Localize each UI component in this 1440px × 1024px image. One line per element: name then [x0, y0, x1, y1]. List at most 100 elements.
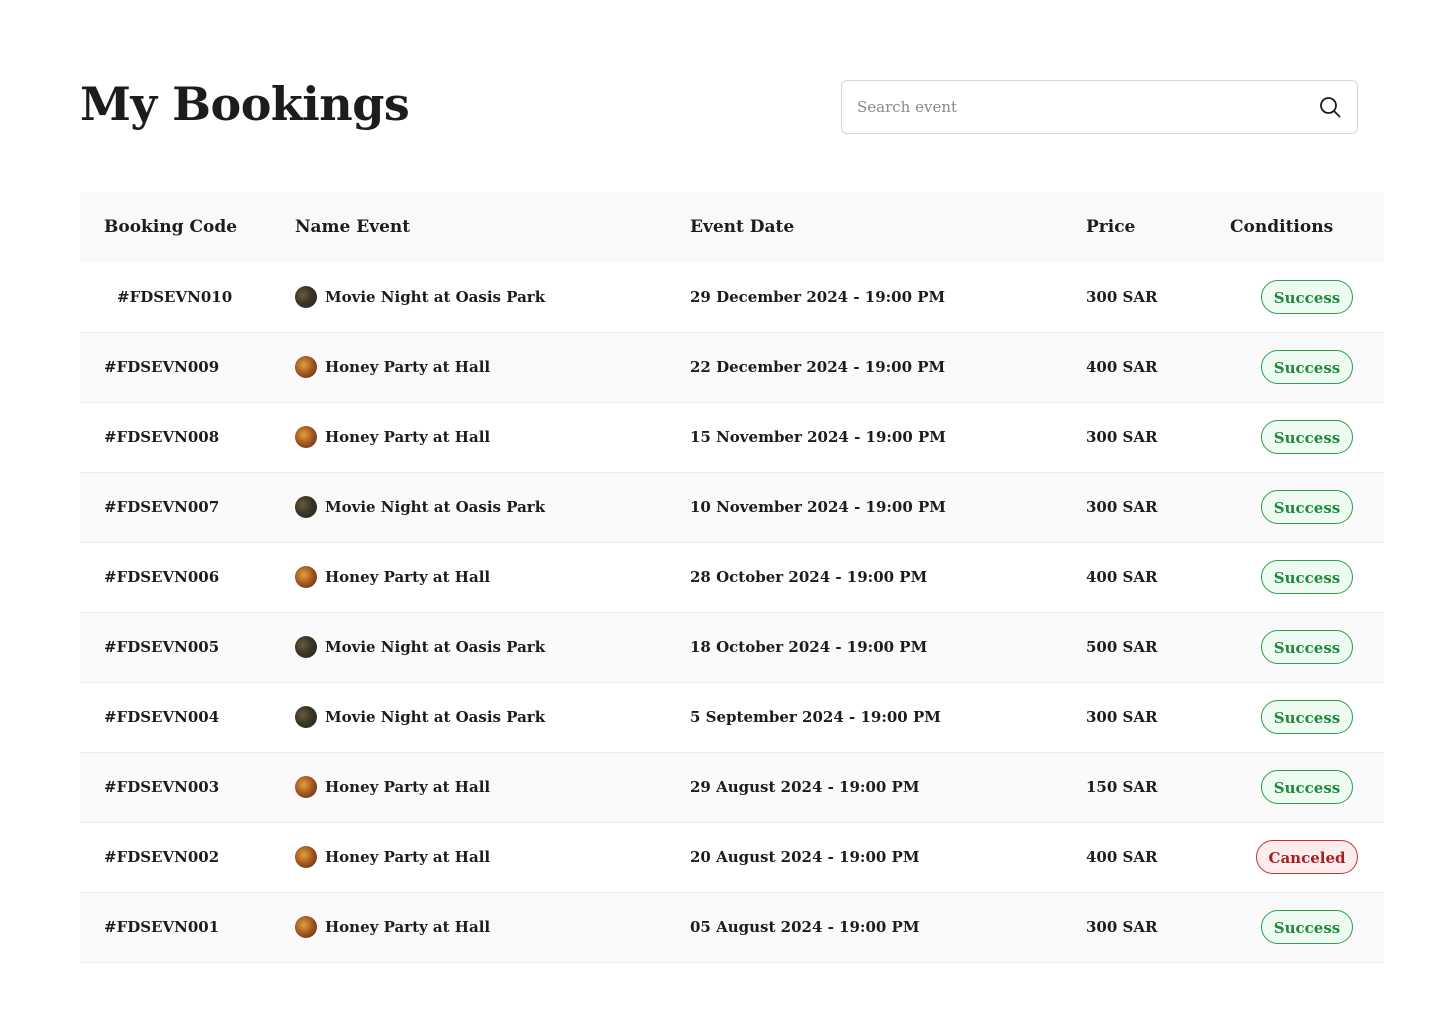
- price: 300 SAR: [1086, 708, 1158, 726]
- status-badge: Success: [1260, 560, 1354, 594]
- table-row[interactable]: #FDSEVN007 Movie Night at Oasis Park 10 No…: [80, 472, 1384, 542]
- booking-code: #FDSEVN006: [104, 568, 220, 586]
- condition-cell: Success: [1230, 332, 1384, 402]
- event-thumbnail: [295, 636, 317, 658]
- event-name-cell: Movie Night at Oasis Park: [295, 472, 690, 542]
- status-badge: Success: [1260, 420, 1354, 454]
- status-badge: Success: [1260, 350, 1354, 384]
- event-thumbnail: [295, 776, 317, 798]
- condition-cell: Success: [1230, 682, 1384, 752]
- event-name[interactable]: Honey Party at Hall: [325, 428, 490, 446]
- table-row[interactable]: #FDSEVN002 Honey Party at Hall 20 August 2…: [80, 822, 1384, 892]
- table-row[interactable]: #FDSEVN009 Honey Party at Hall 22 December…: [80, 332, 1384, 402]
- event-name[interactable]: Movie Night at Oasis Park: [325, 638, 545, 656]
- event-thumbnail: [295, 426, 317, 448]
- status-badge: Success: [1260, 700, 1354, 734]
- column-header-booking-code[interactable]: Booking Code: [80, 192, 295, 262]
- event-name-cell: Honey Party at Hall: [295, 822, 690, 892]
- search-box[interactable]: [841, 80, 1358, 134]
- table-header-row: Booking Code Name Event Event Date Price…: [80, 192, 1384, 262]
- event-date: 10 November 2024 - 19:00 PM: [690, 498, 946, 516]
- event-name-cell: Movie Night at Oasis Park: [295, 682, 690, 752]
- event-name-cell: Honey Party at Hall: [295, 542, 690, 612]
- event-name-cell: Movie Night at Oasis Park: [295, 612, 690, 682]
- event-date: 20 August 2024 - 19:00 PM: [690, 848, 920, 866]
- event-name-wrapper: Movie Night at Oasis Park: [295, 636, 690, 658]
- event-name[interactable]: Honey Party at Hall: [325, 918, 490, 936]
- price: 300 SAR: [1086, 428, 1158, 446]
- event-name[interactable]: Movie Night at Oasis Park: [325, 498, 545, 516]
- booking-code: #FDSEVN002: [104, 848, 220, 866]
- column-header-conditions[interactable]: Conditions: [1230, 192, 1384, 262]
- event-name-wrapper: Movie Night at Oasis Park: [295, 285, 690, 308]
- search-icon[interactable]: [1319, 96, 1341, 118]
- table-row[interactable]: #FDSEVN010 Movie Night at Oasis Park 29 De…: [80, 262, 1384, 332]
- event-name[interactable]: Honey Party at Hall: [325, 568, 490, 586]
- booking-code: #FDSEVN005: [104, 638, 220, 656]
- condition-cell: Canceled: [1230, 822, 1384, 892]
- event-date: 28 October 2024 - 19:00 PM: [690, 568, 928, 586]
- event-name-wrapper: Movie Night at Oasis Park: [295, 706, 690, 728]
- booking-code: #FDSEVN009: [104, 358, 220, 376]
- price: 400 SAR: [1086, 568, 1158, 586]
- table-row[interactable]: #FDSEVN003 Honey Party at Hall 29 August 2…: [80, 752, 1384, 822]
- event-name[interactable]: Movie Night at Oasis Park: [325, 708, 545, 726]
- event-thumbnail: [295, 496, 317, 518]
- event-date: 05 August 2024 - 19:00 PM: [690, 918, 920, 936]
- page-title: My Bookings: [80, 77, 410, 131]
- event-date: 29 August 2024 - 19:00 PM: [690, 778, 920, 796]
- table-row[interactable]: #FDSEVN008 Honey Party at Hall 15 November…: [80, 402, 1384, 472]
- event-name-cell: Honey Party at Hall: [295, 752, 690, 822]
- price: 400 SAR: [1086, 848, 1158, 866]
- event-name-wrapper: Honey Party at Hall: [295, 776, 690, 798]
- price: 300 SAR: [1086, 918, 1158, 936]
- event-thumbnail: [295, 846, 317, 868]
- event-name-cell: Honey Party at Hall: [295, 892, 690, 962]
- event-name[interactable]: Honey Party at Hall: [325, 848, 490, 866]
- column-header-event-date[interactable]: Event Date: [690, 192, 1086, 262]
- column-header-name-event[interactable]: Name Event: [295, 192, 690, 262]
- event-thumbnail: [295, 566, 317, 588]
- event-name-cell: Honey Party at Hall: [295, 332, 690, 402]
- booking-code: #FDSEVN003: [104, 778, 220, 796]
- event-name-cell: Movie Night at Oasis Park: [295, 262, 690, 332]
- table-header: Booking Code Name Event Event Date Price…: [80, 192, 1384, 262]
- event-date: 22 December 2024 - 19:00 PM: [690, 358, 946, 376]
- event-name[interactable]: Honey Party at Hall: [325, 778, 490, 796]
- event-thumbnail: [295, 706, 317, 728]
- condition-cell: Success: [1230, 472, 1384, 542]
- event-name-cell: Honey Party at Hall: [295, 402, 690, 472]
- event-name-wrapper: Movie Night at Oasis Park: [295, 496, 690, 518]
- price: 500 SAR: [1086, 638, 1158, 656]
- bookings-table-wrapper: Booking Code Name Event Event Date Price…: [80, 192, 1384, 963]
- event-date: 18 October 2024 - 19:00 PM: [690, 638, 928, 656]
- event-name-wrapper: Honey Party at Hall: [295, 426, 690, 448]
- condition-cell: Success: [1230, 402, 1384, 472]
- event-thumbnail: [295, 356, 317, 378]
- table-row[interactable]: #FDSEVN005 Movie Night at Oasis Park 18 Oc…: [80, 612, 1384, 682]
- status-badge: Success: [1260, 490, 1354, 524]
- bookings-table: Booking Code Name Event Event Date Price…: [80, 192, 1384, 963]
- price: 400 SAR: [1086, 358, 1158, 376]
- search-input[interactable]: [842, 81, 1311, 133]
- table-row[interactable]: #FDSEVN006 Honey Party at Hall 28 October …: [80, 542, 1384, 612]
- bookings-page: My Bookings Booking Code Name Event Even…: [0, 0, 1440, 1024]
- condition-cell: Success: [1230, 752, 1384, 822]
- price: 150 SAR: [1086, 778, 1158, 796]
- table-row[interactable]: #FDSEVN001 Honey Party at Hall 05 August 2…: [80, 892, 1384, 962]
- event-name[interactable]: Movie Night at Oasis Park: [325, 288, 545, 306]
- status-badge: Canceled: [1255, 840, 1359, 874]
- price: 300 SAR: [1086, 498, 1158, 516]
- column-header-price[interactable]: Price: [1086, 192, 1230, 262]
- event-name-wrapper: Honey Party at Hall: [295, 846, 690, 868]
- table-body: #FDSEVN010 Movie Night at Oasis Park 29 De…: [80, 262, 1384, 962]
- status-badge: Success: [1260, 630, 1354, 664]
- table-row[interactable]: #FDSEVN004 Movie Night at Oasis Park 5 Sep…: [80, 682, 1384, 752]
- status-badge: Success: [1260, 770, 1354, 804]
- booking-code: #FDSEVN004: [104, 708, 220, 726]
- booking-code: #FDSEVN001: [104, 918, 220, 936]
- status-badge: Success: [1260, 910, 1354, 944]
- event-name[interactable]: Honey Party at Hall: [325, 358, 490, 376]
- condition-cell: Success: [1230, 262, 1384, 332]
- event-thumbnail: [295, 285, 317, 308]
